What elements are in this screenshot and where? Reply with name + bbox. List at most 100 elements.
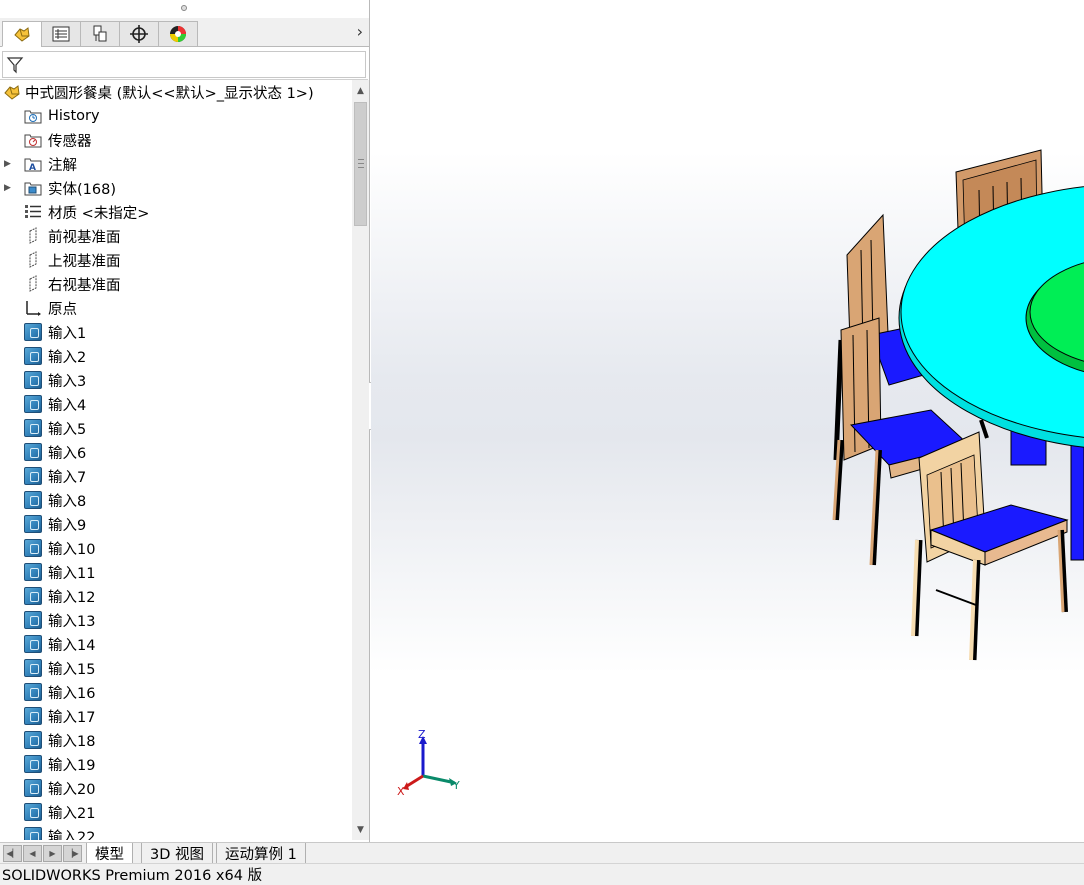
tab-model[interactable]: 模型 xyxy=(86,843,133,864)
plane-icon xyxy=(29,275,37,292)
expand-arrow-icon[interactable]: ▶ xyxy=(4,176,14,200)
tree-item[interactable]: 输入15 xyxy=(0,656,352,680)
tree-item[interactable]: 输入2 xyxy=(0,344,352,368)
tree-item-label: History xyxy=(48,108,100,124)
dimxpertmanager-tab[interactable] xyxy=(119,21,159,47)
tree-item-label: 输入14 xyxy=(48,637,96,654)
tree-item-label: 输入13 xyxy=(48,613,96,630)
annotations-folder-icon: A xyxy=(24,158,42,173)
tree-item[interactable]: 材质 <未指定> xyxy=(0,200,352,224)
tree-item[interactable]: 原点 xyxy=(0,296,352,320)
tree-item[interactable]: 右视基准面 xyxy=(0,272,352,296)
tree-item-label: 输入3 xyxy=(48,373,87,390)
tree-item[interactable]: 输入5 xyxy=(0,416,352,440)
tree-item[interactable]: 输入21 xyxy=(0,800,352,824)
tree-item[interactable]: 输入17 xyxy=(0,704,352,728)
tree-item-label: 输入16 xyxy=(48,685,96,702)
tab-motion-study[interactable]: 运动算例 1 xyxy=(216,843,306,864)
last-tab-button[interactable]: ▕▶ xyxy=(63,845,82,862)
tree-item[interactable]: ▶ A 注解 xyxy=(0,152,352,176)
configurationmanager-tab[interactable] xyxy=(80,21,120,47)
part-icon xyxy=(24,827,42,840)
tree-item-label: 材质 <未指定> xyxy=(48,205,150,222)
part-icon xyxy=(24,683,42,701)
table-pedestal-side xyxy=(1070,444,1084,561)
model-view: Z Y X xyxy=(397,149,1084,798)
prev-tab-button[interactable]: ◀ xyxy=(23,845,42,862)
tree-scrollbar[interactable]: ▲ ▼ xyxy=(352,80,369,840)
tree-item[interactable]: 输入12 xyxy=(0,584,352,608)
tree-item-label: 输入1 xyxy=(48,325,87,342)
triad-x-label: X xyxy=(397,785,405,798)
more-tabs-arrow[interactable]: › xyxy=(357,22,363,41)
tree-item[interactable]: 上视基准面 xyxy=(0,248,352,272)
graphics-area[interactable]: Z Y X xyxy=(371,0,1084,842)
color-wheel-icon xyxy=(170,26,186,42)
tree-item[interactable]: 输入11 xyxy=(0,560,352,584)
tree-item-label: 输入4 xyxy=(48,397,87,414)
plane-icon xyxy=(29,227,37,244)
bottom-tab-bar: ◀▏ ◀ ▶ ▕▶ 模型 3D 视图 运动算例 1 xyxy=(0,842,1084,864)
thumb-grip xyxy=(358,159,364,168)
scroll-up-arrow[interactable]: ▲ xyxy=(352,82,369,99)
tree-item[interactable]: 输入16 xyxy=(0,680,352,704)
tree-item[interactable]: 输入1 xyxy=(0,320,352,344)
tree-item[interactable]: 输入9 xyxy=(0,512,352,536)
part-icon xyxy=(24,587,42,605)
tree-item[interactable]: 输入3 xyxy=(0,368,352,392)
tree-item[interactable]: 输入14 xyxy=(0,632,352,656)
part-icon xyxy=(24,515,42,533)
tab-3d-view-label: 3D 视图 xyxy=(150,846,204,863)
tree-item[interactable]: 输入13 xyxy=(0,608,352,632)
feature-tree: 中式圆形餐桌 (默认<<默认>_显示状态 1>) History 传感器 ▶ A 注解 ▶… xyxy=(0,80,352,840)
part-icon xyxy=(24,419,42,437)
tree-item-label: 输入15 xyxy=(48,661,96,678)
tree-item[interactable]: 输入22 xyxy=(0,824,352,840)
expand-arrow-icon[interactable]: ▶ xyxy=(4,152,14,176)
tree-item-label: 输入12 xyxy=(48,589,96,606)
tree-item[interactable]: 输入7 xyxy=(0,464,352,488)
tree-item-label: 注解 xyxy=(48,157,77,174)
filter-bar xyxy=(0,48,368,80)
tree-item-label: 输入20 xyxy=(48,781,96,798)
part-icon xyxy=(24,539,42,557)
next-tab-button[interactable]: ▶ xyxy=(43,845,62,862)
plane-icon xyxy=(29,251,37,268)
panel-grip[interactable] xyxy=(0,0,369,16)
tree-item[interactable]: 输入4 xyxy=(0,392,352,416)
filter-icon xyxy=(6,57,24,74)
tree-item[interactable]: 输入6 xyxy=(0,440,352,464)
origin-icon xyxy=(26,301,41,316)
part-icon xyxy=(24,635,42,653)
tree-item[interactable]: 前视基准面 xyxy=(0,224,352,248)
tree-item[interactable]: 输入8 xyxy=(0,488,352,512)
tree-item[interactable]: 输入18 xyxy=(0,728,352,752)
tree-item-label: 输入21 xyxy=(48,805,96,822)
displaymanager-tab[interactable] xyxy=(158,21,198,47)
tree-item[interactable]: 传感器 xyxy=(0,128,352,152)
tree-item-label: 输入8 xyxy=(48,493,87,510)
first-tab-button[interactable]: ◀▏ xyxy=(3,845,22,862)
part-icon xyxy=(24,611,42,629)
filter-input[interactable] xyxy=(2,51,366,78)
tab-model-label: 模型 xyxy=(95,846,124,863)
chair-front xyxy=(911,431,1069,661)
tree-item[interactable]: ▶ 实体(168) xyxy=(0,176,352,200)
tree-item[interactable]: 输入19 xyxy=(0,752,352,776)
part-icon xyxy=(24,323,42,341)
tree-item[interactable]: 输入10 xyxy=(0,536,352,560)
scroll-down-arrow[interactable]: ▼ xyxy=(352,821,369,838)
tree-root-assembly[interactable]: 中式圆形餐桌 (默认<<默认>_显示状态 1>) xyxy=(0,80,352,104)
tree-item[interactable]: History xyxy=(0,104,352,128)
scroll-thumb[interactable] xyxy=(354,102,367,226)
part-icon xyxy=(24,707,42,725)
tree-item-label: 传感器 xyxy=(48,133,92,150)
tree-item-label: 输入9 xyxy=(48,517,87,534)
tree-item[interactable]: 输入20 xyxy=(0,776,352,800)
tab-3d-view[interactable]: 3D 视图 xyxy=(141,843,213,864)
featuremanager-tab[interactable] xyxy=(2,21,42,47)
propertymanager-tab[interactable] xyxy=(41,21,81,47)
svg-text:A: A xyxy=(29,163,36,173)
configurationmanager-icon xyxy=(93,25,107,42)
tree-item-label: 输入17 xyxy=(48,709,96,726)
